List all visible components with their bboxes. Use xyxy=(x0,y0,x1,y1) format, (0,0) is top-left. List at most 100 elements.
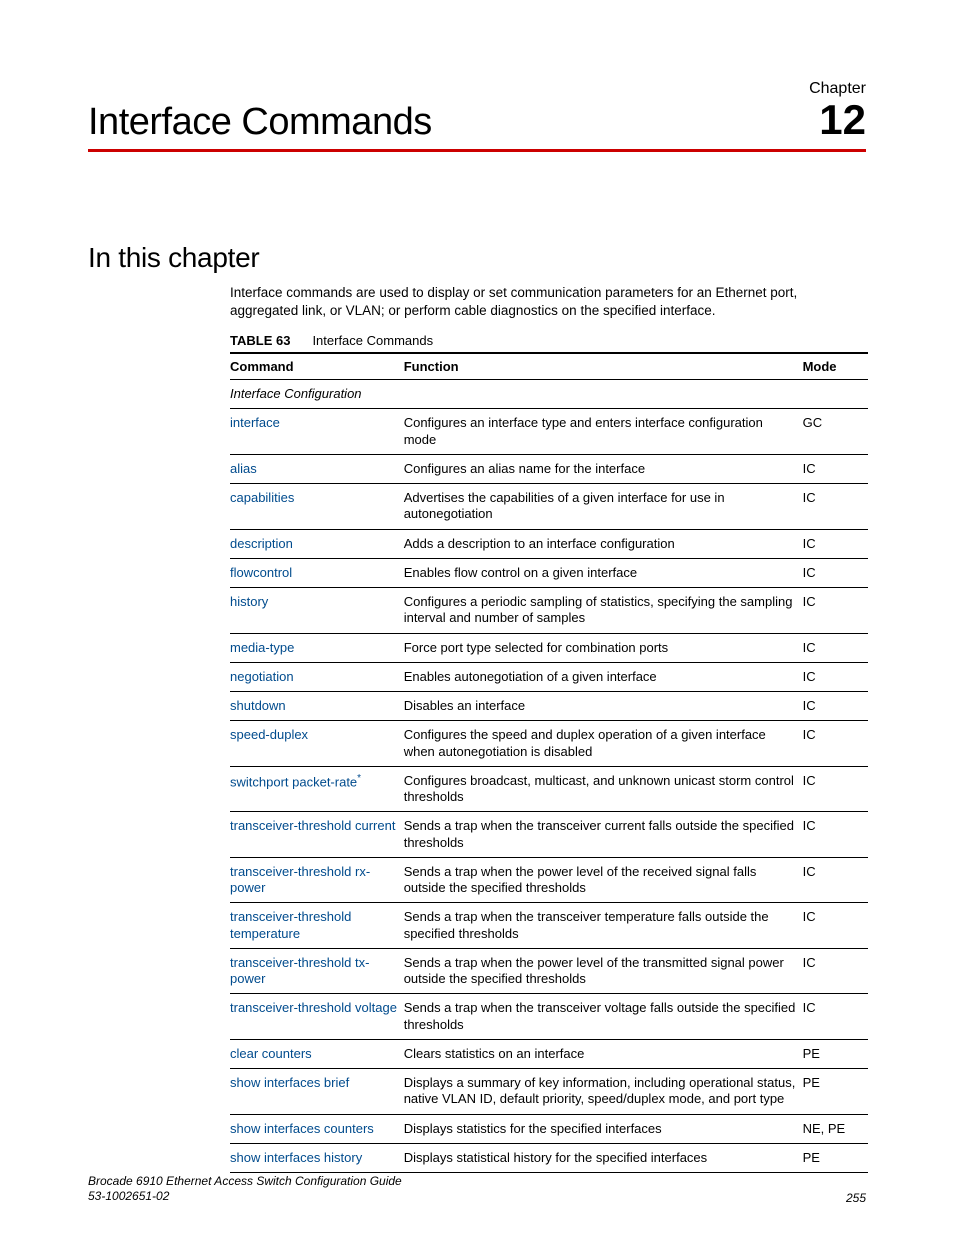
mode-cell: NE, PE xyxy=(803,1114,868,1143)
mode-cell: IC xyxy=(803,454,868,483)
command-link[interactable]: history xyxy=(230,594,268,609)
command-link[interactable]: transceiver-threshold voltage xyxy=(230,1000,397,1015)
command-cell: clear counters xyxy=(230,1039,404,1068)
table-row: alias Configures an alias name for the in… xyxy=(230,454,868,483)
command-link[interactable]: transceiver-threshold tx-power xyxy=(230,955,369,986)
mode-cell: IC xyxy=(803,994,868,1040)
mode-cell: PE xyxy=(803,1143,868,1172)
command-link[interactable]: alias xyxy=(230,461,257,476)
mode-cell: GC xyxy=(803,409,868,455)
command-cell: transceiver-threshold temperature xyxy=(230,903,404,949)
intro-paragraph: Interface commands are used to display o… xyxy=(230,284,866,319)
function-cell: Displays statistics for the specified in… xyxy=(404,1114,803,1143)
command-cell: capabilities xyxy=(230,484,404,530)
command-link[interactable]: transceiver-threshold current xyxy=(230,818,395,833)
function-cell: Enables flow control on a given interfac… xyxy=(404,558,803,587)
commands-table: Command Function Mode Interface Configur… xyxy=(230,352,868,1173)
command-cell: transceiver-threshold voltage xyxy=(230,994,404,1040)
command-link[interactable]: media-type xyxy=(230,640,294,655)
function-cell: Clears statistics on an interface xyxy=(404,1039,803,1068)
table-row: switchport packet-rate*Configures broadc… xyxy=(230,766,868,812)
command-link[interactable]: description xyxy=(230,536,293,551)
command-link[interactable]: speed-duplex xyxy=(230,727,308,742)
table-row: transceiver-threshold voltageSends a tra… xyxy=(230,994,868,1040)
mode-cell: IC xyxy=(803,558,868,587)
command-cell: interface xyxy=(230,409,404,455)
mode-cell: IC xyxy=(803,948,868,994)
command-cell: media-type xyxy=(230,633,404,662)
function-cell: Sends a trap when the transceiver curren… xyxy=(404,812,803,858)
mode-cell: IC xyxy=(803,529,868,558)
table-row: show interfaces brief Displays a summary … xyxy=(230,1069,868,1115)
title-bar: Interface Commands 12 xyxy=(88,96,866,152)
command-cell: shutdown xyxy=(230,692,404,721)
function-cell: Disables an interface xyxy=(404,692,803,721)
chapter-number: 12 xyxy=(819,96,866,144)
table-caption: TABLE 63 Interface Commands xyxy=(230,333,866,348)
command-cell: show interfaces brief xyxy=(230,1069,404,1115)
table-row: show interfaces counters Displays statist… xyxy=(230,1114,868,1143)
footer-left: Brocade 6910 Ethernet Access Switch Conf… xyxy=(88,1174,402,1205)
mode-cell: IC xyxy=(803,588,868,634)
command-link[interactable]: switchport packet-rate xyxy=(230,774,357,789)
command-link[interactable]: show interfaces history xyxy=(230,1150,362,1165)
command-link[interactable]: show interfaces counters xyxy=(230,1121,374,1136)
header-function: Function xyxy=(404,353,803,380)
command-link[interactable]: flowcontrol xyxy=(230,565,292,580)
command-cell: flowcontrol xyxy=(230,558,404,587)
chapter-title: Interface Commands xyxy=(88,101,432,144)
command-link[interactable]: interface xyxy=(230,415,280,430)
page: Chapter Interface Commands 12 In this ch… xyxy=(0,0,954,1235)
table-number: TABLE 63 xyxy=(230,333,290,348)
table-section-row: Interface Configuration xyxy=(230,380,868,409)
table-row: transceiver-threshold tx-power Sends a tr… xyxy=(230,948,868,994)
command-cell: description xyxy=(230,529,404,558)
command-link[interactable]: transceiver-threshold temperature xyxy=(230,909,351,940)
function-cell: Force port type selected for combination… xyxy=(404,633,803,662)
table-row: capabilities Advertises the capabilities … xyxy=(230,484,868,530)
footer-doc-number: 53-1002651-02 xyxy=(88,1189,169,1203)
table-row: speed-duplexConfigures the speed and dup… xyxy=(230,721,868,767)
table-row: transceiver-threshold rx-powerSends a tr… xyxy=(230,857,868,903)
table-header-row: Command Function Mode xyxy=(230,353,868,380)
mode-cell: IC xyxy=(803,633,868,662)
mode-cell: IC xyxy=(803,903,868,949)
table-row: negotiation Enables autonegotiation of a … xyxy=(230,662,868,691)
table-row: history Configures a periodic sampling of… xyxy=(230,588,868,634)
function-cell: Configures a periodic sampling of statis… xyxy=(404,588,803,634)
mode-cell: IC xyxy=(803,812,868,858)
function-cell: Configures an alias name for the interfa… xyxy=(404,454,803,483)
table-section-label: Interface Configuration xyxy=(230,380,868,409)
command-link[interactable]: negotiation xyxy=(230,669,294,684)
function-cell: Advertises the capabilities of a given i… xyxy=(404,484,803,530)
mode-cell: IC xyxy=(803,857,868,903)
command-cell: transceiver-threshold tx-power xyxy=(230,948,404,994)
command-cell: history xyxy=(230,588,404,634)
table-row: flowcontrol Enables flow control on a giv… xyxy=(230,558,868,587)
function-cell: Enables autonegotiation of a given inter… xyxy=(404,662,803,691)
command-cell: show interfaces history xyxy=(230,1143,404,1172)
table-row: show interfaces historyDisplays statisti… xyxy=(230,1143,868,1172)
table-row: clear counters Clears statistics on an in… xyxy=(230,1039,868,1068)
table-row: media-type Force port type selected for c… xyxy=(230,633,868,662)
command-cell: switchport packet-rate* xyxy=(230,766,404,812)
section-title: In this chapter xyxy=(88,242,866,274)
footnote-star-icon: * xyxy=(357,773,361,784)
command-link[interactable]: show interfaces brief xyxy=(230,1075,349,1090)
function-cell: Sends a trap when the power level of the… xyxy=(404,948,803,994)
command-link[interactable]: clear counters xyxy=(230,1046,312,1061)
mode-cell: PE xyxy=(803,1039,868,1068)
command-link[interactable]: transceiver-threshold rx-power xyxy=(230,864,370,895)
function-cell: Adds a description to an interface confi… xyxy=(404,529,803,558)
command-link[interactable]: capabilities xyxy=(230,490,294,505)
header-mode: Mode xyxy=(803,353,868,380)
command-link[interactable]: shutdown xyxy=(230,698,286,713)
function-cell: Displays a summary of key information, i… xyxy=(404,1069,803,1115)
table-title: Interface Commands xyxy=(312,333,433,348)
mode-cell: IC xyxy=(803,662,868,691)
mode-cell: PE xyxy=(803,1069,868,1115)
mode-cell: IC xyxy=(803,692,868,721)
page-footer: Brocade 6910 Ethernet Access Switch Conf… xyxy=(88,1174,866,1205)
command-cell: speed-duplex xyxy=(230,721,404,767)
function-cell: Configures broadcast, multicast, and unk… xyxy=(404,766,803,812)
